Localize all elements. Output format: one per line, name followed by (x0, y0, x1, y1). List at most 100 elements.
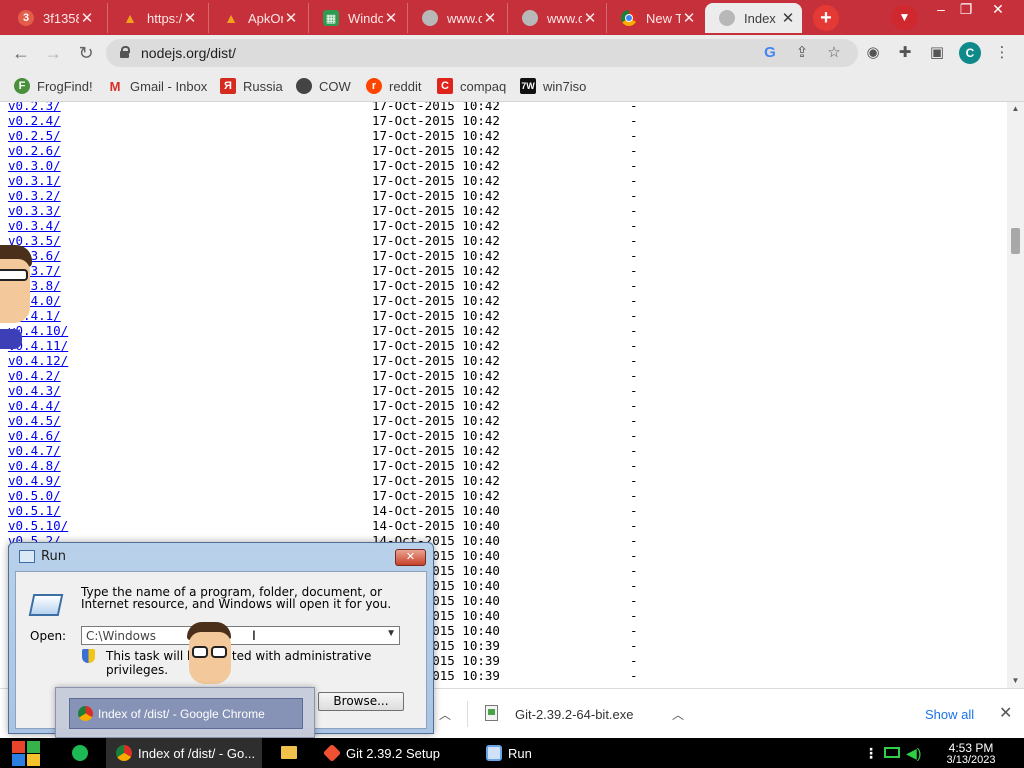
table-row: v0.3.3/17-Oct-2015 10:42 - (8, 203, 998, 218)
thumbnail-item[interactable]: Index of /dist/ - Google Chrome (69, 698, 303, 729)
tab-3[interactable]: ▲ ApkOn ✕ (208, 3, 305, 33)
modified-date: 17-Oct-2015 10:42 (372, 308, 500, 323)
profile-avatar[interactable]: C (959, 42, 981, 64)
tab-title: Index (744, 10, 776, 26)
directory-link[interactable]: v0.4.6/ (8, 428, 61, 443)
forward-button[interactable]: → (40, 41, 66, 65)
tab-1[interactable]: 3 3f1358 ✕ (4, 3, 101, 33)
directory-link[interactable]: v0.5.10/ (8, 518, 68, 533)
directory-link[interactable]: v0.3.1/ (8, 173, 61, 188)
share-icon[interactable]: ⇪ (792, 44, 812, 62)
directory-link[interactable]: v0.4.5/ (8, 413, 61, 428)
close-tab-icon[interactable]: ✕ (383, 9, 399, 27)
chevron-up-icon[interactable]: ︿ (439, 706, 451, 723)
close-tab-icon[interactable]: ✕ (182, 9, 198, 27)
bookmark-russia[interactable]: Я Russia (220, 77, 283, 95)
file-size: - (630, 338, 638, 353)
back-button[interactable]: ← (8, 41, 34, 65)
bookmark-win7iso[interactable]: 7W win7iso (520, 77, 586, 95)
open-combobox[interactable]: C:\Windows ▼ (81, 626, 400, 645)
close-window-button[interactable]: ✕ (982, 0, 1014, 18)
tab-search-button[interactable]: ▼ (891, 5, 918, 30)
directory-link[interactable]: v0.3.4/ (8, 218, 61, 233)
file-size: - (630, 458, 638, 473)
bookmark-compaq[interactable]: C compaq (437, 77, 506, 95)
tab-7[interactable]: New T ✕ (606, 3, 703, 33)
close-tab-icon[interactable]: ✕ (79, 9, 95, 27)
close-button[interactable]: ✕ (395, 549, 426, 566)
tab-6[interactable]: www.c ✕ (507, 3, 604, 33)
lock-icon[interactable] (120, 46, 130, 58)
download-filename[interactable]: Git-2.39.2-64-bit.exe (515, 707, 634, 722)
tab-8-active[interactable]: Index ✕ (705, 3, 802, 33)
tab-5[interactable]: www.c ✕ (407, 3, 504, 33)
directory-link[interactable]: v0.2.5/ (8, 128, 61, 143)
url-text[interactable]: nodejs.org/dist/ (141, 45, 236, 61)
new-tab-button[interactable]: + (813, 5, 839, 31)
taskbar-app-run[interactable]: Run (476, 738, 532, 768)
tab-2[interactable]: ▲ https:/ ✕ (107, 3, 204, 33)
directory-link[interactable]: v0.4.3/ (8, 383, 61, 398)
taskbar-app-chrome[interactable]: Index of /dist/ - Go... (106, 738, 262, 768)
directory-link[interactable]: v0.2.6/ (8, 143, 61, 158)
menu-dots-icon[interactable]: ⋮ (991, 42, 1013, 64)
arrow-right-icon: → (44, 43, 62, 63)
google-lens-icon[interactable]: G (760, 44, 780, 62)
bookmark-cow[interactable]: COW (296, 77, 351, 95)
chevron-down-icon[interactable]: ▼ (386, 628, 396, 639)
star-icon[interactable]: ☆ (824, 44, 844, 62)
directory-link[interactable]: v0.5.0/ (8, 488, 61, 503)
start-button[interactable] (10, 739, 42, 767)
restore-button[interactable]: ❐ (950, 0, 982, 18)
clock-time[interactable]: 4:53 PM (941, 741, 1001, 755)
directory-link[interactable]: v0.3.2/ (8, 188, 61, 203)
directory-link[interactable]: v0.3.0/ (8, 158, 61, 173)
reload-button[interactable]: ↻ (73, 41, 99, 65)
table-row: v0.4.1/17-Oct-2015 10:42- (8, 308, 998, 323)
volume-icon[interactable]: ◀) (906, 745, 921, 762)
taskbar-app-git[interactable]: Git 2.39.2 Setup (314, 738, 440, 768)
directory-link[interactable]: v0.4.12/ (8, 353, 68, 368)
extension-icon[interactable]: ◉ (862, 42, 884, 64)
chevron-up-icon[interactable]: ︿ (672, 706, 684, 723)
tray-overflow-icon[interactable]: ⋮ (864, 745, 878, 762)
modified-date: 17-Oct-2015 10:42 (372, 383, 500, 398)
gmail-icon: M (109, 78, 121, 94)
directory-link[interactable]: v0.2.3/ (8, 102, 61, 113)
close-tab-icon[interactable]: ✕ (780, 9, 796, 27)
scrollbar-thumb[interactable] (1011, 228, 1020, 254)
directory-link[interactable]: v0.4.4/ (8, 398, 61, 413)
directory-link[interactable]: v0.4.8/ (8, 458, 61, 473)
close-tab-icon[interactable]: ✕ (482, 9, 498, 27)
open-input-value[interactable]: C:\Windows (86, 629, 156, 643)
directory-link[interactable]: v0.4.7/ (8, 443, 61, 458)
directory-link[interactable]: v0.5.1/ (8, 503, 61, 518)
show-all-link[interactable]: Show all (925, 707, 974, 722)
close-tab-icon[interactable]: ✕ (283, 9, 299, 27)
bookmark-gmail[interactable]: M Gmail - Inbox (107, 77, 208, 95)
directory-link[interactable]: v0.3.3/ (8, 203, 61, 218)
close-tab-icon[interactable]: ✕ (681, 9, 697, 27)
close-tab-icon[interactable]: ✕ (582, 9, 598, 27)
directory-link[interactable]: v0.2.4/ (8, 113, 61, 128)
tab-4[interactable]: ▦ Windo ✕ (308, 3, 405, 33)
browse-button[interactable]: Browse... (318, 692, 404, 711)
directory-link[interactable]: v0.4.9/ (8, 473, 61, 488)
puzzle-icon[interactable]: ✚ (894, 42, 916, 64)
clock-date[interactable]: 3/13/2023 (941, 754, 1001, 766)
folder-icon[interactable] (281, 746, 297, 759)
table-row: v0.3.1/17-Oct-2015 10:42 - (8, 173, 998, 188)
table-row: v0.4.3/17-Oct-2015 10:42 - (8, 383, 998, 398)
close-icon[interactable]: ✕ (999, 703, 1012, 723)
bookmark-reddit[interactable]: r reddit (366, 77, 422, 95)
spotify-icon[interactable] (72, 745, 88, 761)
side-panel-icon[interactable]: ▣ (926, 42, 948, 64)
bookmark-frogfind[interactable]: F FrogFind! (14, 77, 93, 95)
directory-link[interactable]: v0.4.2/ (8, 368, 61, 383)
scroll-down-icon[interactable]: ▼ (1007, 674, 1024, 688)
modified-date: 17-Oct-2015 10:42 (372, 443, 500, 458)
vertical-scrollbar[interactable]: ▲ ▼ (1007, 102, 1024, 688)
address-bar[interactable]: nodejs.org/dist/ G ⇪ ☆ (106, 39, 858, 67)
network-icon[interactable] (884, 747, 900, 758)
scroll-up-icon[interactable]: ▲ (1007, 102, 1024, 116)
